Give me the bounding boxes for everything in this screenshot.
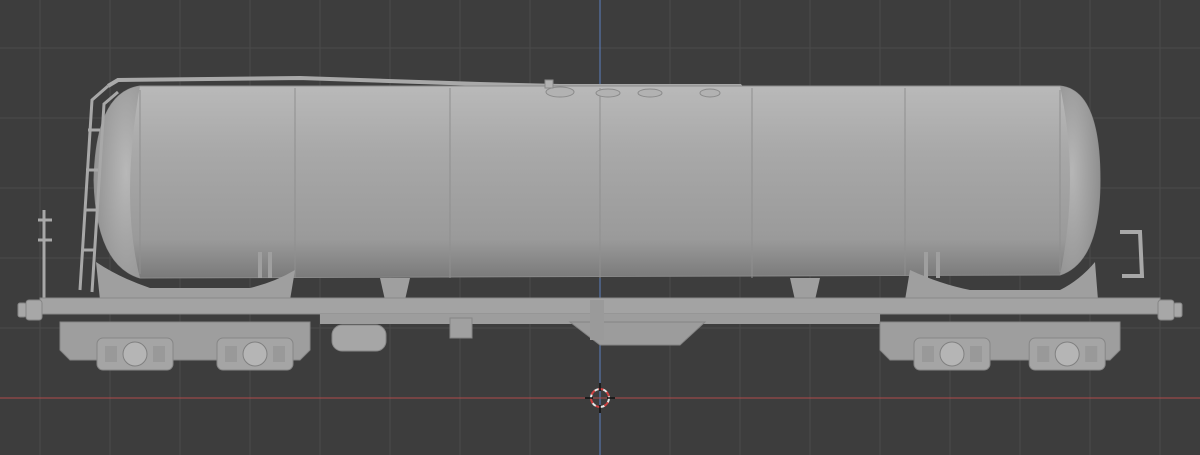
3d-viewport[interactable] bbox=[0, 0, 1200, 455]
suspension-spring bbox=[153, 346, 165, 362]
tank-body bbox=[93, 85, 1101, 279]
suspension-spring bbox=[1037, 346, 1050, 362]
wheel bbox=[1054, 341, 1080, 367]
suspension-spring bbox=[105, 346, 117, 362]
suspension-spring bbox=[922, 346, 934, 362]
brake-valve bbox=[449, 317, 473, 339]
wheel bbox=[939, 341, 965, 367]
right-grab-handle bbox=[1120, 230, 1145, 278]
wheel bbox=[242, 341, 268, 367]
brake-cylinder bbox=[331, 324, 387, 352]
wheel bbox=[122, 341, 148, 367]
suspension-spring bbox=[970, 346, 982, 362]
suspension-spring bbox=[1085, 346, 1098, 362]
tank-wagon-model[interactable] bbox=[0, 0, 1200, 455]
left-end-post bbox=[38, 210, 52, 300]
suspension-spring bbox=[273, 346, 285, 362]
suspension-spring bbox=[225, 346, 237, 362]
